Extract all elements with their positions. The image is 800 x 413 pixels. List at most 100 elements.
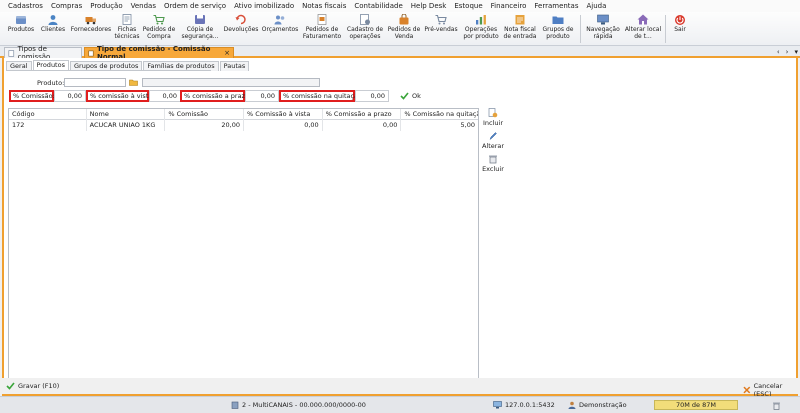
toolbar-label-line1: Devoluções xyxy=(223,26,259,33)
menu-item[interactable]: Compras xyxy=(51,2,82,10)
toolbar-button[interactable]: Orçamentos xyxy=(260,12,300,46)
comissao-quitacao-label: % comissão na quitação: xyxy=(279,90,364,102)
excluir-button[interactable]: Excluir xyxy=(482,154,504,173)
status-server: 127.0.0.1:5432 xyxy=(493,401,555,409)
toolbar-label-line1: Pedidos de xyxy=(387,26,421,33)
alterar-label: Alterar xyxy=(481,142,505,150)
folder-icon xyxy=(552,16,564,24)
produto-code-input[interactable] xyxy=(64,78,126,87)
monitor-icon xyxy=(493,401,502,409)
chevron-left-icon[interactable]: ‹ xyxy=(777,48,780,56)
comissao-prazo-value: 0,00 xyxy=(260,92,275,100)
toolbar-button[interactable]: Pedidos de Venda xyxy=(386,12,422,46)
cart-icon xyxy=(153,14,165,25)
excluir-label: Excluir xyxy=(482,165,504,173)
toolbar-button[interactable]: Fornecedores xyxy=(68,12,114,46)
save-button[interactable]: Gravar (F10) xyxy=(6,382,59,390)
toolbar-label-line2: técnicas xyxy=(114,33,140,40)
toolbar-button[interactable]: Navegação rápida xyxy=(583,12,623,46)
document-icon xyxy=(88,50,94,56)
column-header[interactable]: % Comissão xyxy=(165,109,245,120)
chevron-down-icon[interactable]: ▾ xyxy=(794,48,798,56)
cell-comissao-prazo: 0,00 xyxy=(323,120,402,131)
search-folder-icon[interactable] xyxy=(129,78,138,86)
memory-indicator: 70M de 87M xyxy=(654,400,738,410)
alterar-button[interactable]: Alterar xyxy=(482,131,504,150)
comissao-quitacao-input[interactable]: 0,00 xyxy=(355,90,389,102)
ok-button[interactable]: Ok xyxy=(400,90,421,102)
toolbar-button[interactable]: Alterar local de t... xyxy=(623,12,663,46)
comissao-vista-input[interactable]: 0,00 xyxy=(149,90,181,102)
menu-item[interactable]: Vendas xyxy=(131,2,156,10)
close-icon[interactable]: × xyxy=(224,49,230,57)
menu-item[interactable]: Ativo imobilizado xyxy=(234,2,294,10)
produto-name-input xyxy=(142,78,320,87)
cell-comissao: 20,00 xyxy=(165,120,245,131)
add-document-icon xyxy=(488,108,498,118)
menu-item[interactable]: Contabilidade xyxy=(354,2,402,10)
incluir-button[interactable]: Incluir xyxy=(482,108,504,127)
toolbar-button[interactable]: Pré-vendas xyxy=(422,12,460,46)
toolbar-button[interactable]: Operações por produto xyxy=(460,12,502,46)
column-header[interactable]: % Comissão à vista xyxy=(244,109,323,120)
menu-item[interactable]: Ferramentas xyxy=(534,2,578,10)
comissao-prazo-label: % comissão a prazo: xyxy=(180,90,251,102)
ribbon-toolbar: Produtos Clientes Fornecedores Fichas técnic… xyxy=(0,12,800,46)
toolbar-button[interactable]: Sair xyxy=(668,12,692,46)
toolbar-button[interactable]: Clientes xyxy=(38,12,68,46)
menu-item[interactable]: Financeiro xyxy=(491,2,527,10)
pencil-icon xyxy=(489,132,497,141)
toolbar-label-line1: Produtos xyxy=(7,26,35,33)
menu-item[interactable]: Estoque xyxy=(454,2,482,10)
tab-pautas[interactable]: Pautas xyxy=(219,61,250,71)
comissao-quitacao-label-text: % comissão na quitação: xyxy=(283,92,365,100)
toolbar-button[interactable]: Produtos xyxy=(4,12,38,46)
toolbar-button[interactable]: Pedidos de Compra xyxy=(140,12,178,46)
toolbar-button[interactable]: Cópia de segurança... xyxy=(178,12,222,46)
tab-comissao-normal[interactable]: Tipo de comissão - Comissão Normal × xyxy=(84,45,234,61)
toolbar-button[interactable]: Nota fiscal de entrada xyxy=(502,12,538,46)
toolbar-label-line1: Fichas xyxy=(117,26,137,33)
tab-divider xyxy=(6,70,211,71)
comissao-prazo-input[interactable]: 0,00 xyxy=(245,90,279,102)
menu-item[interactable]: Ajuda xyxy=(587,2,607,10)
toolbar-label-line1: Clientes xyxy=(40,26,66,33)
menu-bar: Cadastros Compras Produção Vendas Ordem de s… xyxy=(0,0,800,12)
column-header[interactable]: % Comissão a prazo xyxy=(323,109,402,120)
column-header[interactable]: Código xyxy=(9,109,87,120)
menu-item[interactable]: Cadastros xyxy=(8,2,43,10)
comissao-input[interactable]: 0,00 xyxy=(54,90,86,102)
menu-item[interactable]: Ordem de serviço xyxy=(164,2,226,10)
menu-item[interactable]: Produção xyxy=(90,2,122,10)
comissao-value: 0,00 xyxy=(67,92,82,100)
tab-tipos-de-comissao[interactable]: Tipos de comissão xyxy=(4,45,82,61)
toolbar-label-line1: Sair xyxy=(674,26,686,33)
table-row[interactable]: 172 ACUCAR UNIAO 1KG 20,00 0,00 0,00 5,0… xyxy=(9,120,478,131)
status-bar: 2 - MultiCANAIS - 00.000.000/0000-00 127… xyxy=(0,396,800,413)
column-header[interactable]: % Comissão na quitação xyxy=(401,109,478,120)
toolbar-button[interactable]: Fichas técnicas xyxy=(114,12,140,46)
power-icon xyxy=(675,15,685,25)
toolbar-button[interactable]: Pedidos de Faturamento xyxy=(300,12,344,46)
status-company: 2 - MultiCANAIS - 00.000.000/0000-00 xyxy=(231,401,366,409)
toolbar-button[interactable]: Grupos de produto xyxy=(538,12,578,46)
disk-icon xyxy=(195,15,205,24)
trash-icon xyxy=(489,155,497,164)
chevron-right-icon[interactable]: › xyxy=(786,48,789,56)
menu-item[interactable]: Help Desk xyxy=(411,2,447,10)
toolbar-button[interactable]: Cadastro de operações xyxy=(344,12,386,46)
toolbar-label-line2: Compra xyxy=(147,33,171,40)
document-icon xyxy=(122,14,132,25)
check-icon xyxy=(400,92,409,100)
column-header[interactable]: Nome xyxy=(87,109,166,120)
gc-trash-icon[interactable] xyxy=(772,401,781,410)
ok-label: Ok xyxy=(412,92,421,100)
toolbar-label-line1: Cópia de xyxy=(186,26,214,33)
menu-item[interactable]: Notas fiscais xyxy=(302,2,346,10)
toolbar-label-line2: segurança... xyxy=(181,33,219,40)
main-panel: Geral Produtos Grupos de produtos Famíli… xyxy=(2,58,798,396)
cell-codigo: 172 xyxy=(9,120,87,131)
monitor-icon xyxy=(597,14,609,25)
toolbar-button[interactable]: Devoluções xyxy=(222,12,260,46)
people-icon xyxy=(274,15,285,25)
